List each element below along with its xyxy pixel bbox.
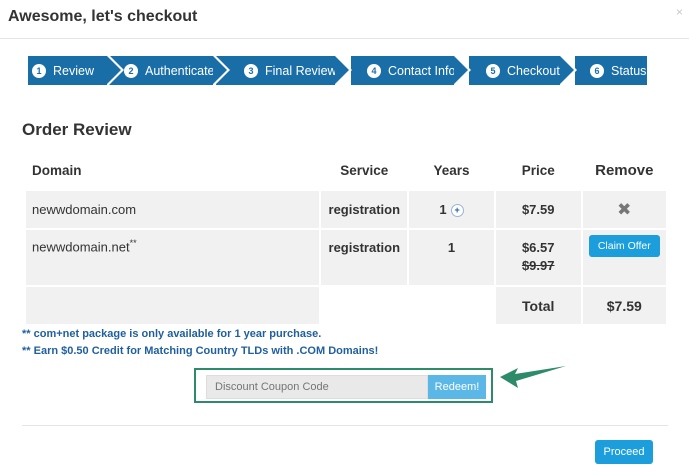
service-cell: registration — [321, 228, 408, 285]
step-label: Contact Info — [388, 63, 456, 78]
domain-cell: newwdomain.com — [26, 189, 320, 228]
total-label: Total — [495, 285, 581, 324]
redeem-button[interactable]: Redeem! — [428, 375, 486, 399]
step-number: 6 — [590, 63, 604, 78]
step-contact-info: 4 Contact Info — [351, 54, 471, 86]
claim-offer-button[interactable]: Claim Offer — [588, 235, 660, 257]
step-number: 5 — [486, 63, 500, 78]
domain-footnote: ** — [129, 238, 137, 248]
header-remove: Remove — [595, 162, 654, 179]
price-cell: $6.57 $9.97 — [495, 228, 581, 285]
domain-name: newwdomain.net — [32, 239, 130, 255]
coupon-form: Redeem! — [194, 368, 493, 403]
step-label: Status — [611, 63, 647, 78]
header-price: Price — [521, 163, 555, 178]
order-table: Domain Service Years Price Remove newwdo… — [24, 152, 668, 324]
total-row: Total $7.59 — [26, 285, 666, 324]
years-cell: 1 — [409, 228, 494, 285]
step-label: Final Review — [265, 63, 337, 78]
note-line: ** Earn $0.50 Credit for Matching Countr… — [22, 345, 379, 357]
step-checkout: 5 Checkout — [469, 54, 577, 86]
price-cell: $7.59 — [495, 189, 581, 228]
order-notes: ** com+net package is only available for… — [22, 326, 378, 360]
header-service: Service — [340, 163, 389, 178]
domain-cell: newwdomain.net** — [26, 228, 320, 285]
current-price: $6.57 — [521, 240, 555, 255]
step-review: 1 Review — [28, 54, 124, 86]
proceed-button[interactable]: Proceed — [595, 440, 653, 464]
header-years: Years — [433, 163, 470, 178]
total-value: $7.59 — [582, 285, 666, 324]
plus-icon[interactable]: + — [450, 204, 464, 218]
service-cell: registration — [321, 189, 408, 228]
close-icon[interactable]: × — [676, 5, 683, 19]
order-review-heading: Order Review — [22, 120, 132, 139]
step-number: 2 — [124, 63, 138, 78]
step-final-review: 3 Final Review — [216, 54, 352, 86]
old-price: $9.97 — [521, 258, 555, 273]
step-status: 6 Status — [575, 56, 647, 85]
table-row: newwdomain.net** registration 1 $6.57 $9… — [26, 228, 666, 285]
step-number: 4 — [367, 63, 381, 78]
table-row: newwdomain.com registration 1 + $7.59 ✖ — [26, 189, 666, 228]
pointer-arrow-icon — [500, 366, 566, 388]
remove-cell: ✖ — [582, 189, 666, 228]
modal-header: Awesome, let's checkout × — [0, 0, 689, 39]
modal-title: Awesome, let's checkout — [8, 8, 198, 25]
step-authenticate: 2 Authenticate — [109, 54, 230, 86]
checkout-steps: 1 Review 2 Authenticate 3 Final Review 4… — [28, 54, 648, 86]
coupon-code-input[interactable] — [206, 375, 428, 399]
step-label: Authenticate — [145, 63, 215, 78]
years-cell: 1 + — [409, 189, 494, 228]
header-domain: Domain — [32, 163, 82, 178]
step-number: 1 — [32, 63, 46, 78]
step-number: 3 — [244, 63, 258, 78]
remove-x-icon[interactable]: ✖ — [617, 200, 631, 219]
note-line: ** com+net package is only available for… — [22, 328, 322, 340]
years-value: 1 — [439, 201, 447, 217]
step-label: Review — [53, 63, 94, 78]
divider — [22, 425, 668, 426]
action-cell: Claim Offer — [582, 228, 666, 285]
step-label: Checkout — [507, 63, 560, 78]
